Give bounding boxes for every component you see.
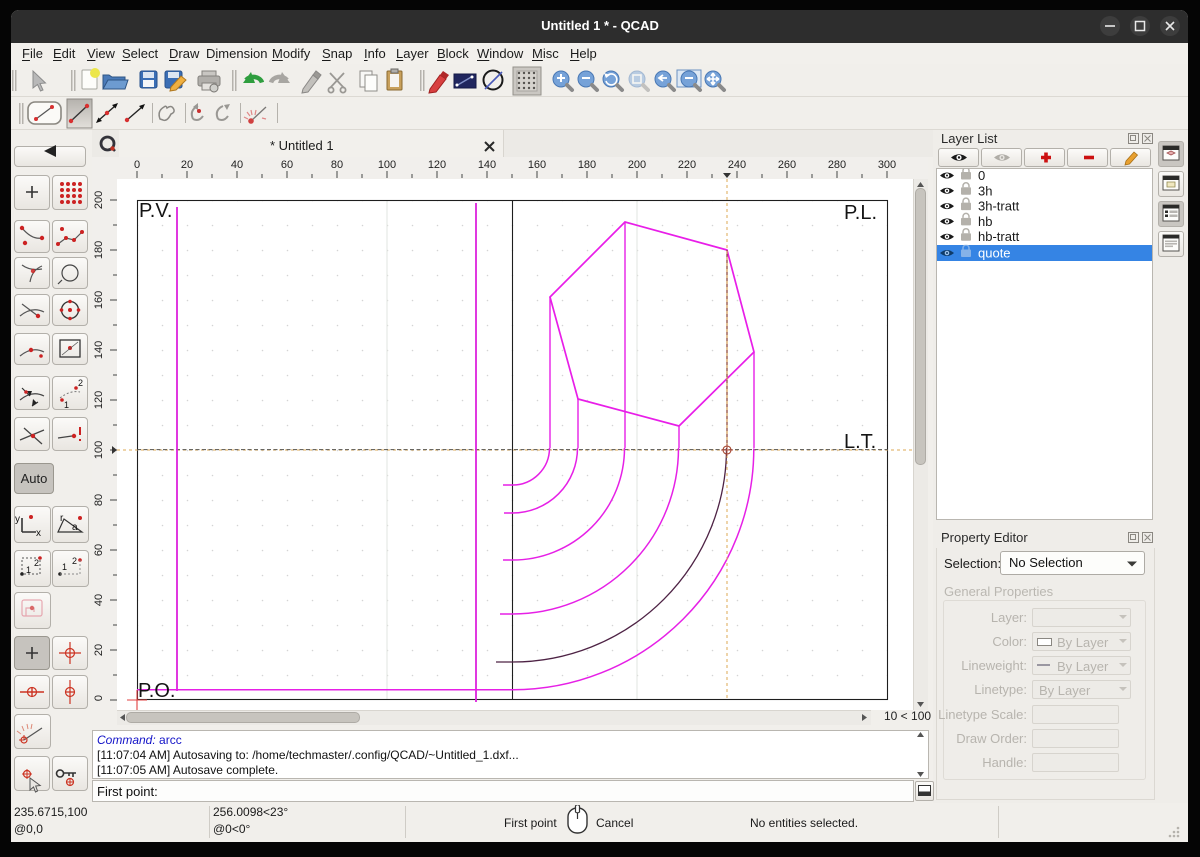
svg-text:hb: hb — [978, 214, 992, 229]
svg-text:80: 80 — [93, 494, 105, 506]
svg-text:quote: quote — [978, 246, 1011, 261]
svg-text:1: 1 — [62, 562, 67, 572]
svg-text:160: 160 — [93, 291, 105, 309]
svg-text:260: 260 — [778, 159, 796, 171]
svg-text:80: 80 — [331, 159, 343, 171]
svg-text:200: 200 — [628, 159, 646, 171]
svg-text:y: y — [15, 514, 20, 525]
svg-text:60: 60 — [93, 544, 105, 556]
svg-text:3h-tratt: 3h-tratt — [978, 199, 1020, 214]
svg-text:2: 2 — [34, 558, 39, 568]
svg-text:2: 2 — [72, 556, 77, 566]
svg-text:100: 100 — [93, 441, 105, 459]
svg-text:3h: 3h — [978, 183, 992, 198]
svg-text:a: a — [72, 522, 78, 533]
svg-text:300: 300 — [878, 159, 896, 171]
svg-text:x: x — [36, 528, 41, 539]
svg-text:200: 200 — [93, 191, 105, 209]
svg-text:hb-tratt: hb-tratt — [978, 229, 1020, 244]
svg-text:1: 1 — [26, 565, 31, 575]
svg-text:P.O.: P.O. — [138, 680, 175, 702]
svg-text:0: 0 — [134, 159, 140, 171]
svg-text:L.T.: L.T. — [844, 431, 876, 453]
svg-text:20: 20 — [93, 644, 105, 656]
svg-text:40: 40 — [231, 159, 243, 171]
svg-text:P.V.: P.V. — [139, 200, 172, 222]
svg-text:180: 180 — [93, 241, 105, 259]
svg-text:180: 180 — [578, 159, 596, 171]
svg-text:2: 2 — [78, 378, 83, 388]
svg-text:100: 100 — [378, 159, 396, 171]
svg-text:1: 1 — [64, 400, 69, 410]
svg-text:220: 220 — [678, 159, 696, 171]
svg-text:120: 120 — [428, 159, 446, 171]
svg-text:20: 20 — [181, 159, 193, 171]
svg-text:280: 280 — [828, 159, 846, 171]
svg-text:120: 120 — [93, 391, 105, 409]
svg-text:r: r — [60, 513, 64, 524]
svg-text:160: 160 — [528, 159, 546, 171]
svg-text:P.L.: P.L. — [844, 202, 877, 224]
svg-text:60: 60 — [281, 159, 293, 171]
svg-text:240: 240 — [728, 159, 746, 171]
svg-text:0: 0 — [978, 168, 985, 183]
svg-text:40: 40 — [93, 594, 105, 606]
svg-text:140: 140 — [478, 159, 496, 171]
svg-text:140: 140 — [93, 341, 105, 359]
svg-text:0: 0 — [93, 695, 105, 701]
